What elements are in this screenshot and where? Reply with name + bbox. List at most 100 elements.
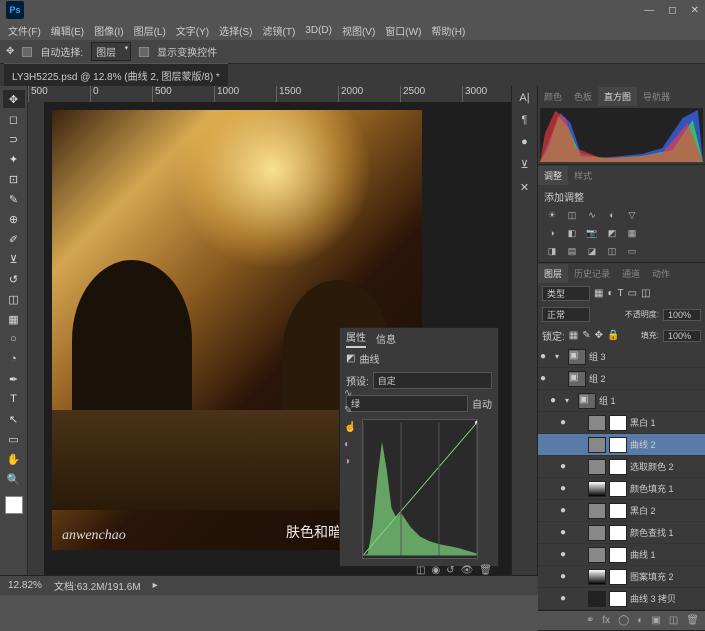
clip-icon[interactable]: ◫: [416, 565, 425, 575]
brush-tool[interactable]: ✐: [3, 230, 25, 248]
filter-adj-icon[interactable]: ◐: [607, 288, 613, 299]
adj-levels-icon[interactable]: ◫: [564, 208, 580, 222]
fill-value[interactable]: 100%: [663, 330, 701, 342]
close-panel-icon[interactable]: ✕: [520, 181, 529, 194]
menu-filter[interactable]: 滤镜(T): [259, 21, 300, 40]
layer-row[interactable]: ●颜色填充 1: [538, 478, 705, 500]
tab-color[interactable]: 颜色: [538, 87, 568, 106]
lock-paint-icon[interactable]: ✎: [582, 330, 590, 341]
adj-mixer-icon[interactable]: ◩: [604, 226, 620, 240]
layer-row[interactable]: ●▾▣组 1: [538, 390, 705, 412]
eye-icon[interactable]: ●: [540, 373, 552, 384]
eye-icon[interactable]: ●: [550, 395, 562, 406]
menu-type[interactable]: 文字(Y): [172, 21, 213, 40]
layer-row[interactable]: ●曲线 1: [538, 544, 705, 566]
adj-bw-icon[interactable]: ◧: [564, 226, 580, 240]
channel-dropdown[interactable]: 绿: [346, 395, 468, 412]
tab-histogram[interactable]: 直方图: [598, 87, 637, 106]
tab-adjustments[interactable]: 调整: [538, 166, 568, 185]
stamp-tool[interactable]: ⊻: [3, 250, 25, 268]
transform-checkbox[interactable]: [139, 47, 149, 57]
tab-actions[interactable]: 动作: [646, 264, 676, 283]
curve-tool-icon[interactable]: ∿: [344, 388, 356, 399]
eraser-tool[interactable]: ◫: [3, 290, 25, 308]
preset-dropdown[interactable]: 自定: [373, 372, 492, 389]
auto-button[interactable]: 自动: [472, 396, 492, 411]
adj-photo-icon[interactable]: 📷: [584, 226, 600, 240]
maximize-icon[interactable]: ◻: [668, 5, 676, 16]
filter-shape-icon[interactable]: ▭: [628, 288, 637, 299]
expand-icon[interactable]: ▾: [555, 352, 565, 361]
eye-icon[interactable]: ●: [560, 505, 572, 516]
adj-lookup-icon[interactable]: ▦: [624, 226, 640, 240]
auto-select-checkbox[interactable]: [22, 47, 32, 57]
layer-row[interactable]: ●▾▣组 3: [538, 346, 705, 368]
char-panel-icon[interactable]: A|: [519, 92, 529, 104]
lasso-tool[interactable]: ⊃: [3, 130, 25, 148]
gradient-tool[interactable]: ▦: [3, 310, 25, 328]
eye-icon[interactable]: ●: [560, 483, 572, 494]
para-panel-icon[interactable]: ¶: [522, 114, 528, 126]
eye-icon[interactable]: ●: [560, 593, 572, 604]
adj-exposure-icon[interactable]: ◐: [604, 208, 620, 222]
curves-graph[interactable]: [362, 419, 478, 559]
delete-icon[interactable]: 🗑: [479, 565, 492, 575]
new-group-icon[interactable]: ▣: [651, 615, 660, 626]
sample-icon[interactable]: ☝: [344, 422, 356, 433]
menu-help[interactable]: 帮助(H): [427, 21, 469, 40]
eye-icon[interactable]: ●: [560, 549, 572, 560]
menu-view[interactable]: 视图(V): [338, 21, 379, 40]
eyedropper-tool[interactable]: ✎: [3, 190, 25, 208]
filter-smart-icon[interactable]: ◫: [641, 288, 650, 299]
wand-tool[interactable]: ✦: [3, 150, 25, 168]
new-layer-icon[interactable]: ◫: [669, 615, 678, 626]
lock-all-icon[interactable]: 🔒: [607, 330, 619, 341]
layer-row[interactable]: ●曲线 3 拷贝: [538, 588, 705, 610]
trash-icon[interactable]: 🗑: [686, 615, 699, 626]
brush-panel-icon[interactable]: ●: [521, 136, 528, 148]
history-brush-tool[interactable]: ↺: [3, 270, 25, 288]
link-icon[interactable]: ⚭: [586, 615, 594, 626]
filter-type-icon[interactable]: T: [618, 288, 624, 299]
adj-brightness-icon[interactable]: ☀: [544, 208, 560, 222]
tab-navigator[interactable]: 导航器: [637, 87, 676, 106]
layer-row[interactable]: ●选取颜色 2: [538, 456, 705, 478]
fx-icon[interactable]: fx: [602, 615, 610, 626]
color-swatch[interactable]: [5, 496, 23, 514]
dodge-tool[interactable]: ◔: [3, 350, 25, 368]
adj-vibrance-icon[interactable]: ▽: [624, 208, 640, 222]
view-prev-icon[interactable]: ◉: [431, 565, 440, 575]
layer-row[interactable]: ●颜色查找 1: [538, 522, 705, 544]
layer-row[interactable]: ●▣组 2: [538, 368, 705, 390]
adj-threshold-icon[interactable]: ◪: [584, 244, 600, 258]
canvas-area[interactable]: 500050010001500200025003000 anwenchao 肤色…: [28, 86, 511, 575]
mask-icon[interactable]: ◯: [618, 615, 629, 626]
layer-kind-dropdown[interactable]: 类型: [542, 286, 590, 301]
adj-gradmap-icon[interactable]: ▭: [624, 244, 640, 258]
eye-icon[interactable]: ●: [560, 461, 572, 472]
menu-3d[interactable]: 3D(D): [301, 23, 336, 38]
opacity-value[interactable]: 100%: [663, 309, 701, 321]
tab-properties[interactable]: 属性: [346, 329, 366, 348]
bp-icon[interactable]: ◐: [344, 439, 356, 450]
visible-icon[interactable]: 👁: [461, 565, 474, 575]
pencil-tool-icon[interactable]: ✎: [344, 405, 356, 416]
menu-select[interactable]: 选择(S): [215, 21, 256, 40]
tab-info[interactable]: 信息: [376, 331, 396, 346]
menu-image[interactable]: 图像(I): [90, 21, 127, 40]
zoom-tool[interactable]: 🔍: [3, 470, 25, 488]
adj-selcolor-icon[interactable]: ◫: [604, 244, 620, 258]
menu-file[interactable]: 文件(F): [4, 21, 45, 40]
clone-panel-icon[interactable]: ⊻: [520, 158, 528, 171]
auto-select-target[interactable]: 图层: [91, 42, 131, 61]
expand-icon[interactable]: ▾: [565, 396, 575, 405]
blur-tool[interactable]: ○: [3, 330, 25, 348]
blend-mode-dropdown[interactable]: 正常: [542, 307, 590, 322]
layer-row[interactable]: ●黑白 2: [538, 500, 705, 522]
filter-pixel-icon[interactable]: ▦: [594, 288, 603, 299]
menu-layer[interactable]: 图层(L): [130, 21, 170, 40]
adj-poster-icon[interactable]: ▤: [564, 244, 580, 258]
eye-icon[interactable]: ●: [540, 351, 552, 362]
document-tab[interactable]: LY3H5225.psd @ 12.8% (曲线 2, 图层蒙版/8) *: [4, 63, 228, 87]
adj-hue-icon[interactable]: ◑: [544, 226, 560, 240]
